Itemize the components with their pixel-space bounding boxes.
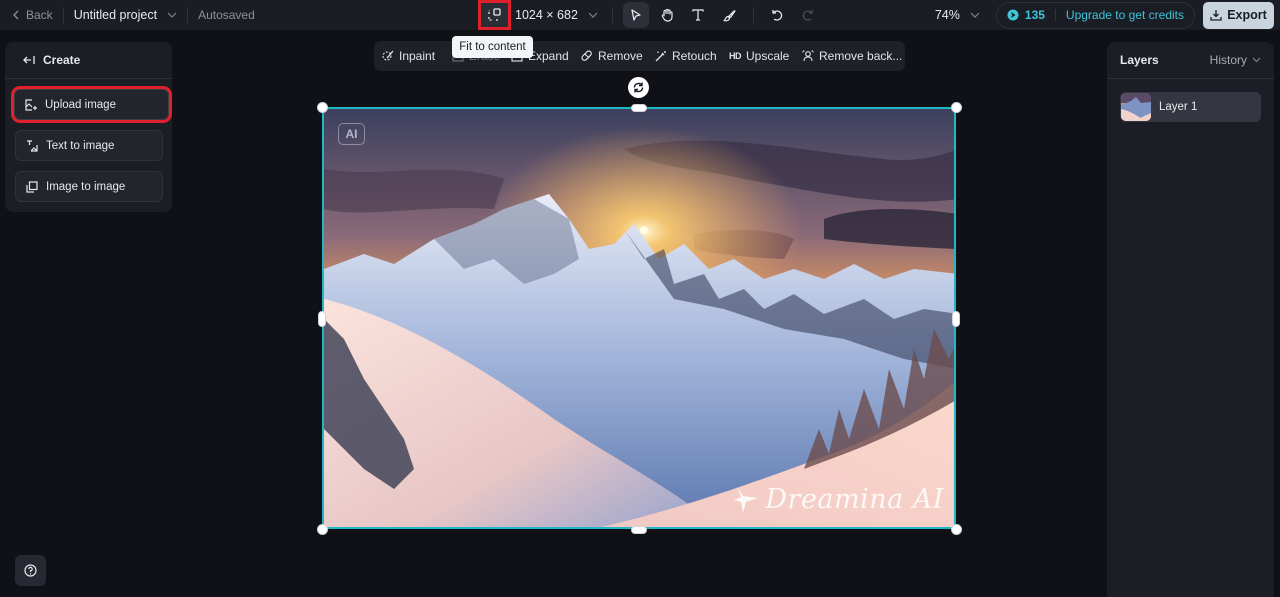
fit-to-content-icon [487, 8, 501, 21]
resize-handle-right[interactable] [952, 311, 960, 327]
upload-image-button[interactable]: Upload image [11, 86, 172, 123]
brush-icon [723, 9, 736, 21]
inpaint-label: Inpaint [399, 49, 436, 63]
resize-handle-top-right[interactable] [951, 102, 962, 113]
inpaint-button[interactable]: Inpaint [382, 41, 435, 71]
export-button[interactable]: Export [1203, 1, 1274, 29]
undo-button[interactable] [764, 2, 790, 28]
upload-image-label: Upload image [45, 98, 116, 111]
upload-image-icon [25, 98, 37, 111]
fit-to-content-button[interactable] [478, 0, 511, 30]
chevron-down-icon [970, 12, 980, 18]
chevron-down-icon [1252, 57, 1261, 63]
divider [1054, 9, 1056, 21]
create-panel: Create Upload image Text to image Image … [5, 42, 172, 212]
back-button[interactable]: Back [0, 8, 53, 22]
canvas-size-dropdown[interactable]: 1024 × 682 [515, 8, 598, 22]
magic-wand-icon [655, 51, 666, 62]
select-tool[interactable] [623, 2, 650, 28]
watermark: Dreamina AI [733, 484, 944, 515]
retouch-button[interactable]: Retouch [655, 41, 717, 71]
retouch-label: Retouch [672, 49, 717, 63]
credits-pill[interactable]: 135 Upgrade to get credits [995, 1, 1195, 29]
divider [611, 7, 613, 23]
hd-icon: HD [729, 51, 742, 61]
remove-button[interactable]: Remove [581, 41, 643, 71]
hand-tool[interactable] [654, 2, 680, 28]
zoom-value: 74% [934, 8, 960, 22]
image-to-image-icon [26, 180, 38, 193]
upscale-button[interactable]: HD Upscale [729, 41, 789, 71]
expand-label: Expand [528, 49, 569, 63]
save-status: Autosaved [198, 8, 255, 22]
history-label: History [1209, 53, 1247, 67]
zoom-dropdown[interactable]: 74% [935, 8, 980, 22]
resize-handle-left[interactable] [318, 311, 326, 327]
collapse-left-icon [23, 56, 35, 64]
dreamina-logo-icon [734, 486, 759, 513]
project-name: Untitled project [73, 8, 158, 22]
top-bar: Back Untitled project Autosaved 1024 × 6… [0, 0, 1280, 30]
hand-icon [661, 8, 673, 22]
ai-generated-badge: AI [338, 123, 365, 145]
redo-icon [803, 10, 814, 21]
project-name-dropdown[interactable]: Untitled project [74, 8, 177, 22]
redo-button[interactable] [795, 2, 821, 28]
brush-tool[interactable] [716, 2, 742, 28]
undo-icon [772, 10, 783, 21]
chevron-left-icon [13, 10, 19, 20]
divider [752, 7, 754, 23]
mountain-sunset-image [324, 109, 954, 527]
resize-handle-bottom[interactable] [631, 526, 647, 534]
help-icon [24, 564, 37, 577]
credits-count: 135 [1024, 8, 1045, 22]
help-button[interactable] [15, 555, 46, 586]
divider [62, 7, 64, 23]
download-icon [1210, 10, 1222, 21]
layer-item[interactable]: Layer 1 [1120, 92, 1261, 122]
resize-handle-top[interactable] [631, 104, 647, 112]
back-label: Back [26, 8, 53, 22]
layers-panel: Layers History Layer 1 [1107, 42, 1274, 597]
rotate-icon [633, 82, 644, 93]
remove-background-button[interactable]: Remove back... [802, 41, 902, 71]
image-to-image-button[interactable]: Image to image [15, 171, 163, 202]
divider [187, 7, 189, 23]
image-to-image-label: Image to image [46, 180, 126, 193]
person-cutout-icon [802, 50, 814, 62]
watermark-text: Dreamina AI [765, 484, 944, 515]
remove-label: Remove [598, 49, 643, 63]
inpaint-icon [382, 50, 394, 61]
canvas-image[interactable]: AI Dreamina AI [322, 107, 956, 529]
create-panel-header[interactable]: Create [5, 42, 172, 79]
layers-title: Layers [1120, 53, 1159, 67]
text-tool[interactable] [685, 2, 711, 28]
export-label: Export [1227, 8, 1267, 22]
eraser-icon [581, 50, 592, 61]
cursor-arrow-icon [631, 8, 642, 21]
upscale-label: Upscale [746, 49, 790, 63]
create-panel-title: Create [43, 53, 81, 67]
credit-coin-icon [1007, 9, 1019, 21]
canvas-size: 1024 × 682 [515, 8, 578, 22]
fit-to-content-tooltip: Fit to content [452, 36, 533, 58]
resize-handle-top-left[interactable] [317, 102, 328, 113]
resize-handle-bottom-left[interactable] [317, 524, 328, 535]
remove-background-label: Remove back... [819, 49, 903, 63]
upgrade-link[interactable]: Upgrade to get credits [1066, 8, 1184, 22]
resize-handle-bottom-right[interactable] [951, 524, 962, 535]
rotate-handle[interactable] [628, 77, 649, 98]
history-dropdown[interactable]: History [1210, 53, 1261, 67]
text-to-image-button[interactable]: Text to image [15, 130, 163, 161]
text-icon [692, 9, 705, 21]
text-to-image-icon [27, 139, 38, 152]
text-to-image-label: Text to image [46, 139, 115, 152]
layer-thumbnail [1121, 93, 1151, 121]
chevron-down-icon [588, 12, 598, 18]
chevron-down-icon [167, 12, 177, 18]
layer-name: Layer 1 [1159, 101, 1198, 113]
